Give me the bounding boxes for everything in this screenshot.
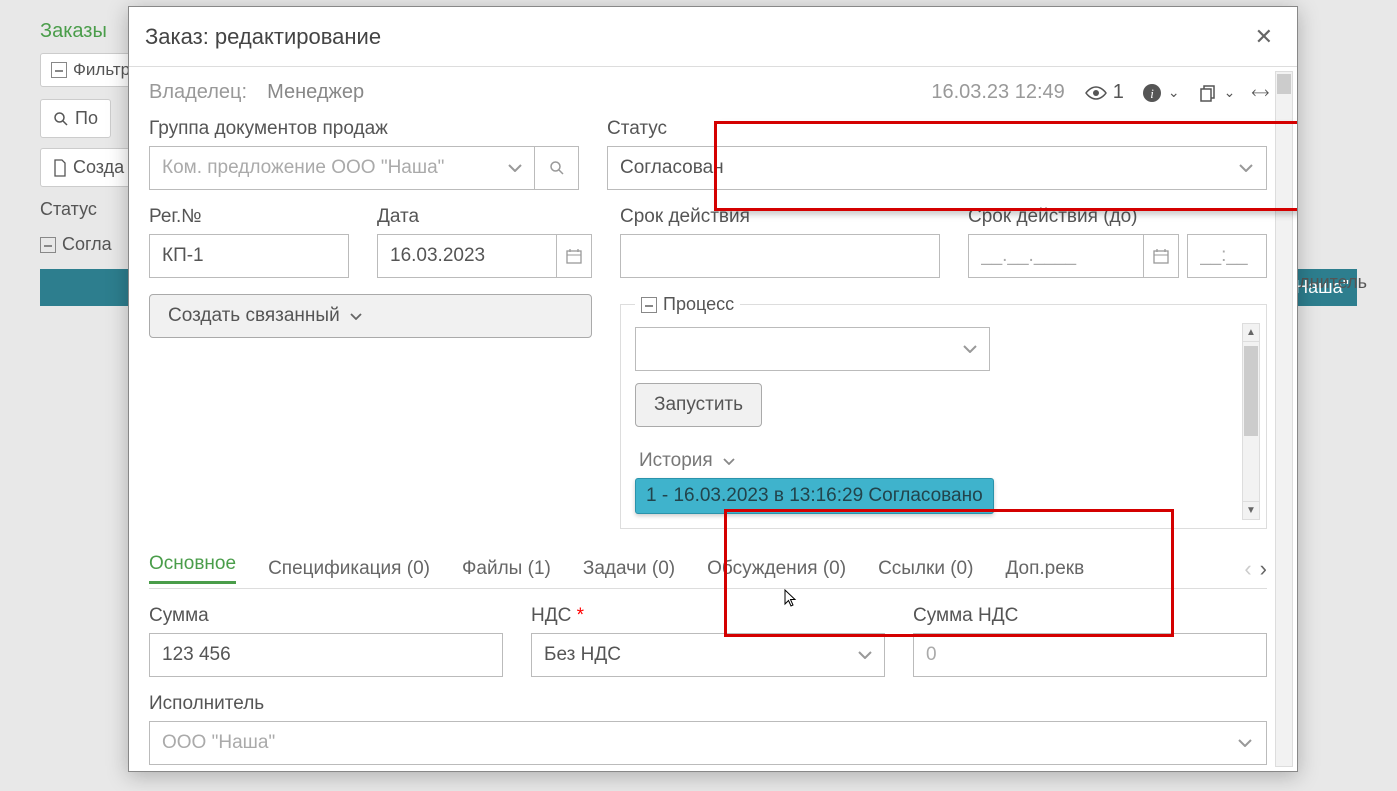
close-button[interactable]: ✕: [1247, 20, 1281, 54]
date-input[interactable]: [377, 234, 556, 278]
create-linked-button[interactable]: Создать связанный: [149, 294, 592, 338]
bg-create-label: Созда: [73, 157, 124, 178]
executor-label: Исполнитель: [149, 693, 1267, 715]
expand-button[interactable]: ⤢: [1253, 83, 1267, 103]
chevron-down-icon: [963, 345, 977, 353]
process-dropdown-arrow[interactable]: [951, 327, 990, 371]
collapse-icon: [40, 237, 56, 253]
chevron-down-icon: ⌄: [1224, 84, 1236, 101]
dialog-title: Заказ: редактирование: [145, 24, 381, 50]
tab-files[interactable]: Файлы (1): [462, 558, 551, 580]
doc-group-dropdown-arrow[interactable]: [496, 146, 535, 190]
bg-search-label: По: [75, 108, 98, 129]
doc-group-select[interactable]: Ком. предложение ООО "Наша": [149, 146, 496, 190]
chevron-down-icon: [350, 313, 362, 320]
doc-group-label: Группа документов продаж: [149, 118, 579, 140]
executor-dropdown-arrow[interactable]: [1225, 721, 1267, 765]
vat-sum-input[interactable]: [913, 633, 1267, 677]
info-icon: i: [1142, 83, 1162, 103]
vat-select[interactable]: Без НДС: [531, 633, 846, 677]
vat-dropdown-arrow[interactable]: [846, 633, 885, 677]
tab-tasks[interactable]: Задачи (0): [583, 558, 675, 580]
executor-select[interactable]: ООО "Наша": [149, 721, 1225, 765]
tabs-prev[interactable]: ‹: [1244, 556, 1251, 582]
run-process-button[interactable]: Запустить: [635, 383, 762, 427]
owner-label: Владелец:: [149, 81, 247, 104]
bg-search-button[interactable]: По: [40, 99, 111, 138]
sum-label: Сумма: [149, 605, 503, 627]
date-label: Дата: [377, 206, 592, 228]
bg-filter-label: Фильтр: [73, 60, 130, 80]
scroll-down-icon[interactable]: ▼: [1243, 501, 1259, 519]
validity-to-date-input[interactable]: [968, 234, 1143, 278]
collapse-icon: [51, 62, 67, 78]
process-fieldset: Процесс Запустить: [620, 294, 1267, 529]
validity-to-time-input[interactable]: [1187, 234, 1267, 278]
bg-status-value: Согла: [62, 234, 112, 255]
collapse-icon: [641, 297, 657, 313]
process-scrollbar[interactable]: ▲ ▼: [1242, 323, 1260, 520]
tabs-next[interactable]: ›: [1260, 556, 1267, 582]
order-edit-dialog: Заказ: редактирование ✕ Владелец: Менедж…: [128, 6, 1298, 772]
history-label-text: История: [639, 450, 713, 472]
copy-icon: [1198, 83, 1218, 103]
bg-executor-header: лнитель: [1299, 272, 1367, 293]
chevron-down-icon: [508, 164, 522, 172]
tab-spec[interactable]: Спецификация (0): [268, 558, 430, 580]
highlight-history: [724, 509, 1174, 637]
search-icon: [53, 111, 69, 127]
process-legend[interactable]: Процесс: [635, 294, 740, 315]
eye-icon: [1085, 86, 1107, 100]
search-icon: [549, 160, 565, 176]
copy-dropdown[interactable]: ⌄: [1198, 83, 1236, 103]
highlight-status: [714, 121, 1297, 211]
scroll-thumb[interactable]: [1244, 346, 1258, 436]
chevron-down-icon: [858, 651, 872, 659]
validity-input[interactable]: [620, 234, 940, 278]
validity-to-date-picker[interactable]: [1143, 234, 1179, 278]
process-select[interactable]: [635, 327, 951, 371]
views-indicator[interactable]: 1: [1085, 81, 1124, 104]
calendar-icon: [566, 248, 582, 264]
view-count: 1: [1113, 81, 1124, 104]
info-dropdown[interactable]: i ⌄: [1142, 83, 1180, 103]
process-label: Процесс: [663, 294, 734, 315]
bg-filter[interactable]: Фильтр: [40, 53, 141, 87]
regno-input[interactable]: [149, 234, 349, 278]
history-toggle[interactable]: История: [639, 450, 1234, 472]
run-label: Запустить: [654, 394, 743, 416]
bg-create-button[interactable]: Созда: [40, 148, 137, 187]
owner-value: Менеджер: [267, 81, 364, 104]
expand-icon: ⤢: [1248, 81, 1272, 105]
calendar-icon: [1153, 248, 1169, 264]
chevron-down-icon: [1238, 739, 1252, 747]
scroll-up-icon[interactable]: ▲: [1243, 324, 1259, 342]
chevron-down-icon: ⌄: [1168, 84, 1180, 101]
chevron-down-icon: [723, 458, 735, 465]
document-icon: [53, 159, 67, 177]
created-datetime: 16.03.23 12:49: [931, 81, 1064, 104]
doc-group-search-button[interactable]: [535, 146, 579, 190]
regno-label: Рег.№: [149, 206, 349, 228]
sum-input[interactable]: [149, 633, 503, 677]
scrollbar-thumb[interactable]: [1277, 74, 1291, 94]
svg-text:i: i: [1150, 86, 1154, 101]
create-linked-label: Создать связанный: [168, 305, 340, 327]
date-picker-button[interactable]: [556, 234, 592, 278]
tab-main[interactable]: Основное: [149, 553, 236, 584]
